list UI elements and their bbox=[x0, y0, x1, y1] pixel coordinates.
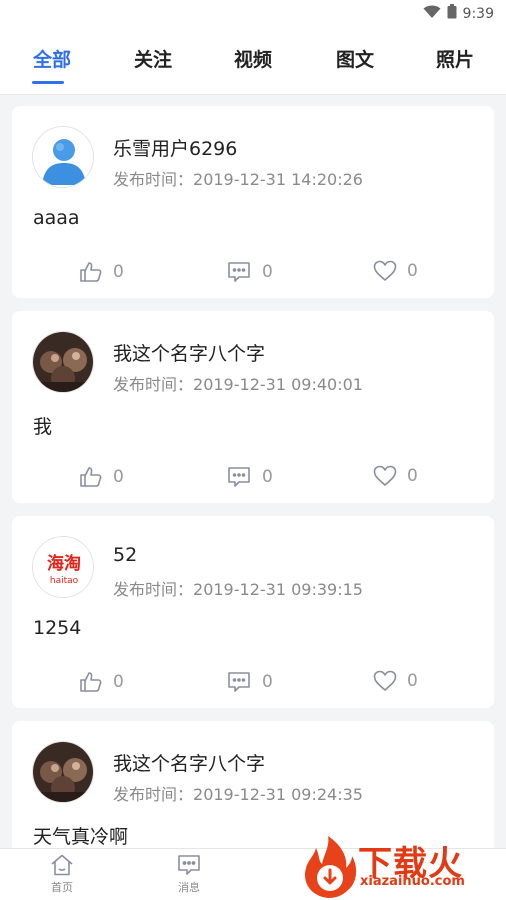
favorite-button[interactable]: 0 bbox=[373, 465, 421, 487]
message-icon bbox=[159, 853, 219, 877]
status-time: 9:39 bbox=[462, 5, 494, 22]
favorite-button[interactable]: 0 bbox=[373, 260, 421, 282]
heart-icon bbox=[373, 465, 397, 487]
nav-messages-label: 消息 bbox=[178, 881, 200, 894]
photo-avatar[interactable] bbox=[32, 331, 94, 393]
post-content[interactable]: 我 bbox=[33, 412, 52, 439]
post-time: 发布时间：2019-12-31 09:39:15 bbox=[113, 576, 363, 600]
like-count: 0 bbox=[113, 672, 124, 692]
post-time-label: 发布时间： bbox=[113, 785, 194, 804]
like-button[interactable]: 0 bbox=[79, 465, 127, 489]
tab-follow[interactable]: 关注 bbox=[134, 45, 172, 72]
app-screen: 9:39 全部 关注 视频 图文 照片 乐雪用户6296 发布时间：2019-1… bbox=[0, 0, 506, 900]
favorite-count: 0 bbox=[407, 261, 418, 281]
like-button[interactable]: 0 bbox=[79, 670, 127, 694]
battery-icon bbox=[447, 4, 457, 23]
post-content[interactable]: 1254 bbox=[33, 617, 81, 639]
post-card[interactable]: 海淘 haitao 52 发布时间：2019-12-31 09:39:15 12… bbox=[12, 516, 494, 708]
like-button[interactable]: 0 bbox=[79, 260, 127, 284]
post-time-value: 2019-12-31 09:39:15 bbox=[193, 580, 363, 599]
post-card[interactable]: 我这个名字八个字 发布时间：2019-12-31 09:40:01 我 0 0 … bbox=[12, 311, 494, 503]
tab-video[interactable]: 视频 bbox=[234, 45, 272, 72]
post-time-value: 2019-12-31 09:24:35 bbox=[193, 785, 363, 804]
avatar-logo-subtext: haitao bbox=[50, 576, 79, 586]
post-time-label: 发布时间： bbox=[113, 580, 194, 599]
post-content[interactable]: 天气真冷啊 bbox=[33, 822, 128, 849]
home-icon bbox=[32, 853, 92, 877]
post-username[interactable]: 52 bbox=[113, 544, 137, 566]
thumbs-up-icon bbox=[79, 260, 103, 284]
avatar-logo-text: 海淘 bbox=[47, 553, 81, 574]
like-count: 0 bbox=[113, 467, 124, 487]
post-time: 发布时间：2019-12-31 09:40:01 bbox=[113, 371, 363, 395]
default-user-avatar[interactable] bbox=[32, 126, 94, 188]
post-card[interactable]: 乐雪用户6296 发布时间：2019-12-31 14:20:26 aaaa 0… bbox=[12, 106, 494, 298]
post-username[interactable]: 我这个名字八个字 bbox=[113, 749, 265, 776]
tab-all[interactable]: 全部 bbox=[33, 45, 71, 72]
wifi-icon bbox=[423, 5, 441, 23]
comment-button[interactable]: 0 bbox=[226, 260, 276, 284]
active-tab-indicator bbox=[32, 81, 64, 84]
tab-image-text[interactable]: 图文 bbox=[336, 45, 374, 72]
post-time: 发布时间：2019-12-31 14:20:26 bbox=[113, 166, 363, 190]
comment-count: 0 bbox=[262, 262, 273, 282]
post-time-value: 2019-12-31 09:40:01 bbox=[193, 375, 363, 394]
photo-avatar[interactable] bbox=[32, 741, 94, 803]
nav-messages[interactable]: 消息 bbox=[159, 853, 219, 895]
favorite-count: 0 bbox=[407, 466, 418, 486]
post-username[interactable]: 乐雪用户6296 bbox=[113, 134, 237, 161]
tab-photo[interactable]: 照片 bbox=[436, 45, 474, 72]
site-watermark: 下载火 xiazaihuo.com bbox=[298, 834, 506, 900]
watermark-url: xiazaihuo.com bbox=[360, 874, 465, 889]
favorite-count: 0 bbox=[407, 671, 418, 691]
comment-icon bbox=[226, 260, 252, 284]
status-bar: 9:39 bbox=[0, 0, 506, 28]
comment-count: 0 bbox=[262, 467, 273, 487]
comment-count: 0 bbox=[262, 672, 273, 692]
comment-icon bbox=[226, 465, 252, 489]
heart-icon bbox=[373, 260, 397, 282]
category-tabs: 全部 关注 视频 图文 照片 bbox=[0, 28, 506, 95]
thumbs-up-icon bbox=[79, 465, 103, 489]
post-time-label: 发布时间： bbox=[113, 375, 194, 394]
post-time-value: 2019-12-31 14:20:26 bbox=[193, 170, 363, 189]
post-content[interactable]: aaaa bbox=[33, 207, 80, 229]
post-time: 发布时间：2019-12-31 09:24:35 bbox=[113, 781, 363, 805]
comment-button[interactable]: 0 bbox=[226, 670, 276, 694]
nav-home-label: 首页 bbox=[51, 881, 73, 894]
status-icons: 9:39 bbox=[423, 4, 494, 23]
nav-home[interactable]: 首页 bbox=[32, 853, 92, 895]
favorite-button[interactable]: 0 bbox=[373, 670, 421, 692]
comment-button[interactable]: 0 bbox=[226, 465, 276, 489]
thumbs-up-icon bbox=[79, 670, 103, 694]
post-username[interactable]: 我这个名字八个字 bbox=[113, 339, 265, 366]
comment-icon bbox=[226, 670, 252, 694]
like-count: 0 bbox=[113, 262, 124, 282]
haitao-logo-avatar[interactable]: 海淘 haitao bbox=[32, 536, 94, 598]
heart-icon bbox=[373, 670, 397, 692]
post-time-label: 发布时间： bbox=[113, 170, 194, 189]
